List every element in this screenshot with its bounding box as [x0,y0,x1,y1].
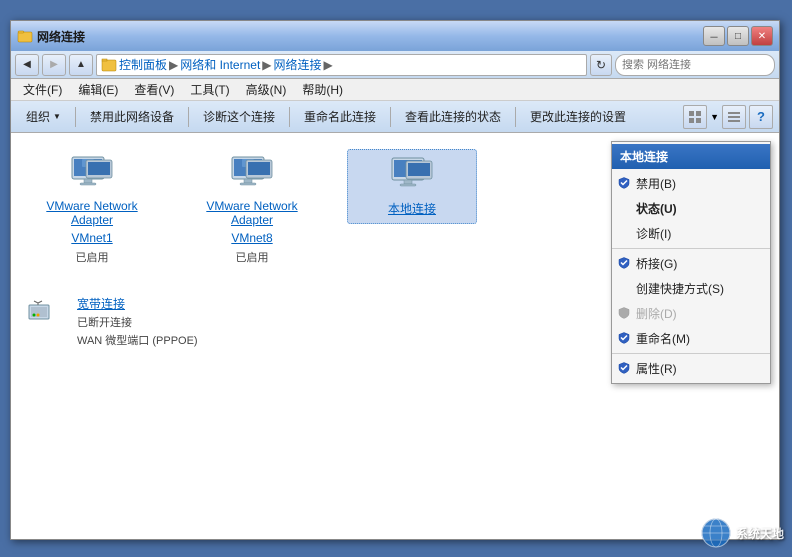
toolbar-separator-5 [515,107,516,127]
menu-edit[interactable]: 编辑(E) [70,79,126,100]
list-view-button[interactable] [722,105,746,129]
context-menu-header: 本地连接 [612,144,770,169]
context-menu-rename[interactable]: 重命名(M) [612,326,770,351]
title-bar-left: 网络连接 [17,28,85,45]
change-view-button[interactable] [683,105,707,129]
context-menu: 本地连接 禁用(B) 状态(U) 诊断(I) [611,141,771,384]
broadband-type: WAN 微型端口 (PPPOE) [77,332,198,348]
vmnet1-label-line2: VMnet1 [71,231,112,245]
toolbar-disable-device-button[interactable]: 禁用此网络设备 [81,104,183,130]
close-button[interactable]: ✕ [751,26,773,46]
toolbar-rename-button[interactable]: 重命名此连接 [295,104,385,130]
search-input[interactable] [622,59,764,71]
context-menu-create-shortcut[interactable]: 创建快捷方式(S) [612,276,770,301]
menu-advanced[interactable]: 高级(N) [238,79,295,100]
breadcrumb-item-network-connections[interactable]: 网络连接 [274,56,322,73]
up-button[interactable]: ▲ [69,54,93,76]
list-icon [727,110,741,124]
refresh-button[interactable]: ↻ [590,54,612,76]
maximize-button[interactable]: □ [727,26,749,46]
watermark-label: 系统天地 [736,525,784,542]
shield-icon-delete [618,306,630,321]
toolbar: 组织 ▼ 禁用此网络设备 诊断这个连接 重命名此连接 查看此连接的状态 更改此连… [11,101,779,133]
context-menu-separator-1 [612,248,770,249]
toolbar-separator-2 [188,107,189,127]
context-menu-diagnose[interactable]: 诊断(I) [612,221,770,246]
watermark-globe-icon [700,517,732,549]
breadcrumb: 控制面板 ▶ 网络和 Internet ▶ 网络连接 ▶ [96,54,587,76]
context-menu-delete: 删除(D) [612,301,770,326]
context-menu-bridge[interactable]: 桥接(G) [612,251,770,276]
toolbar-organize-button[interactable]: 组织 ▼ [17,104,70,130]
network-item-vmnet1[interactable]: VMware Network Adapter VMnet1 已启用 [27,149,157,271]
vmnet8-label-line1: VMware Network Adapter [193,199,311,227]
context-menu-separator-2 [612,353,770,354]
shield-icon-properties [618,361,630,376]
watermark: 系统天地 [700,517,784,549]
breadcrumb-item-network-internet[interactable]: 网络和 Internet [180,56,260,73]
toolbar-separator-4 [390,107,391,127]
vmnet1-icon [68,155,116,195]
shield-icon-bridge [618,256,630,271]
menu-bar: 文件(F) 编辑(E) 查看(V) 工具(T) 高级(N) 帮助(H) [11,79,779,101]
toolbar-separator-3 [289,107,290,127]
network-item-vmnet8[interactable]: VMware Network Adapter VMnet8 已启用 [187,149,317,271]
toolbar-separator-1 [75,107,76,127]
menu-help[interactable]: 帮助(H) [294,79,351,100]
view-icon [688,110,702,124]
vmnet1-status: 已启用 [76,249,109,265]
breadcrumb-item-control-panel[interactable]: 控制面板 [119,56,167,73]
title-bar: 网络连接 － □ ✕ [11,21,779,51]
vmnet8-icon [228,155,276,195]
vmnet8-status: 已启用 [236,249,269,265]
context-menu-properties[interactable]: 属性(R) [612,356,770,381]
search-box [615,54,775,76]
broadband-icon [27,295,67,327]
broadband-status: 已断开连接 [77,314,198,330]
vmnet1-label-line1: VMware Network Adapter [33,199,151,227]
menu-file[interactable]: 文件(F) [15,79,70,100]
shield-icon-rename [618,331,630,346]
network-item-local[interactable]: 本地连接 [347,149,477,224]
shield-icon-disable [618,176,630,191]
vmnet8-label-line2: VMnet8 [231,231,272,245]
broadband-name[interactable]: 宽带连接 [77,295,198,312]
minimize-button[interactable]: － [703,26,725,46]
window-title: 网络连接 [37,28,85,45]
context-menu-status[interactable]: 状态(U) [612,196,770,221]
back-button[interactable]: ◀ [15,54,39,76]
menu-view[interactable]: 查看(V) [126,79,182,100]
local-connection-label: 本地连接 [388,200,436,217]
folder-icon [101,57,117,73]
toolbar-diagnose-button[interactable]: 诊断这个连接 [194,104,284,130]
content-area: VMware Network Adapter VMnet1 已启用 [11,133,779,539]
toolbar-change-settings-button[interactable]: 更改此连接的设置 [521,104,635,130]
view-dropdown-arrow[interactable]: ▼ [710,112,719,122]
context-menu-disable[interactable]: 禁用(B) [612,171,770,196]
window-icon [17,28,33,44]
title-buttons: － □ ✕ [703,26,773,46]
forward-button[interactable]: ▶ [42,54,66,76]
main-window: 网络连接 － □ ✕ ◀ ▶ ▲ 控制面板 ▶ 网络和 Internet ▶ 网… [10,20,780,540]
address-bar: ◀ ▶ ▲ 控制面板 ▶ 网络和 Internet ▶ 网络连接 ▶ ↻ [11,51,779,79]
toolbar-view-status-button[interactable]: 查看此连接的状态 [396,104,510,130]
toolbar-right: ▼ ? [683,105,773,129]
help-button[interactable]: ? [749,105,773,129]
menu-tools[interactable]: 工具(T) [182,79,237,100]
broadband-info: 宽带连接 已断开连接 WAN 微型端口 (PPPOE) [77,295,198,348]
local-connection-icon [388,156,436,196]
